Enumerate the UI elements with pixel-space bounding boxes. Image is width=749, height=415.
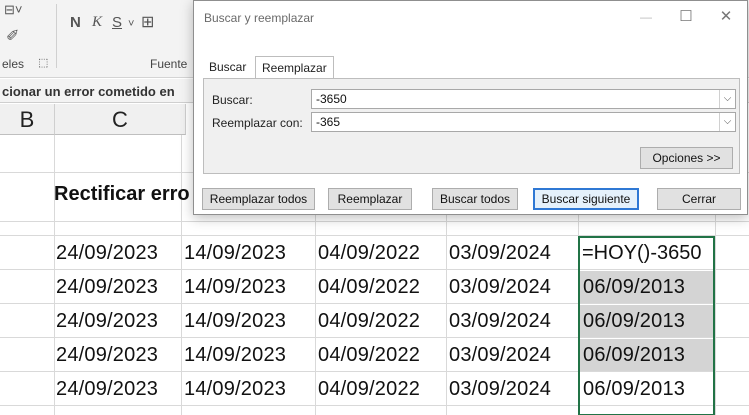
date-cell[interactable]: 04/09/2022: [318, 304, 420, 338]
find-all-button[interactable]: Buscar todos: [432, 188, 518, 210]
tab-buscar[interactable]: Buscar: [203, 56, 252, 78]
table-row: 24/09/2023 14/09/2023 04/09/2022 03/09/2…: [0, 236, 749, 270]
date-cell[interactable]: 14/09/2023: [184, 304, 286, 338]
tab-reemplazar[interactable]: Reemplazar: [255, 56, 334, 79]
formula-cell[interactable]: =HOY()-3650: [582, 236, 702, 270]
date-cell[interactable]: 14/09/2023: [184, 270, 286, 304]
date-cell[interactable]: 04/09/2022: [318, 270, 420, 304]
table-row: 24/09/2023 14/09/2023 04/09/2022 03/09/2…: [0, 338, 749, 372]
sheet-title-cell[interactable]: Rectificar erro: [54, 183, 190, 206]
sheet-row: [0, 222, 749, 236]
minimize-icon[interactable]: —: [626, 3, 666, 31]
italic-button[interactable]: K: [92, 14, 102, 31]
replace-all-button[interactable]: Reemplazar todos: [202, 188, 315, 210]
date-cell[interactable]: 03/09/2024: [449, 304, 551, 338]
find-next-button[interactable]: Buscar siguiente: [533, 188, 639, 210]
chevron-down-icon[interactable]: ⌵: [719, 90, 735, 108]
dialog-launcher-icon[interactable]: ⬚: [38, 56, 48, 69]
ribbon-group-label-styles: eles: [2, 57, 25, 71]
table-row: 24/09/2023 14/09/2023 04/09/2022 03/09/2…: [0, 304, 749, 338]
replace-button[interactable]: Reemplazar: [328, 188, 412, 210]
replace-combo[interactable]: -365 ⌵: [311, 112, 736, 132]
date-cell[interactable]: 04/09/2022: [318, 236, 420, 270]
date-cell[interactable]: 03/09/2024: [449, 236, 551, 270]
format-as-table-icon[interactable]: ⊟˅: [4, 2, 22, 18]
result-cell[interactable]: 06/09/2013: [583, 338, 685, 372]
date-cell[interactable]: 03/09/2024: [449, 372, 551, 406]
date-cell[interactable]: 04/09/2022: [318, 338, 420, 372]
date-cell[interactable]: 14/09/2023: [184, 236, 286, 270]
column-header-b[interactable]: B: [0, 104, 55, 135]
close-button[interactable]: Cerrar: [657, 188, 741, 210]
ribbon-group-label-font: Fuente: [150, 57, 188, 71]
replace-label: Reemplazar con:: [212, 116, 303, 130]
underline-dropdown-icon[interactable]: ˅: [128, 18, 134, 30]
date-cell[interactable]: 24/09/2023: [56, 338, 158, 372]
date-cell[interactable]: 24/09/2023: [56, 372, 158, 406]
underline-button[interactable]: S: [112, 14, 122, 31]
find-label: Buscar:: [212, 93, 253, 107]
find-combo[interactable]: -3650 ⌵: [311, 89, 736, 109]
date-cell[interactable]: 24/09/2023: [56, 270, 158, 304]
result-cell[interactable]: 06/09/2013: [583, 304, 685, 338]
result-cell[interactable]: 06/09/2013: [583, 372, 685, 406]
column-header-c[interactable]: C: [55, 104, 186, 135]
result-cell[interactable]: 06/09/2013: [583, 270, 685, 304]
options-button[interactable]: Opciones >>: [640, 147, 733, 169]
date-cell[interactable]: 03/09/2024: [449, 338, 551, 372]
replace-panel: Buscar: -3650 ⌵ Reemplazar con: -365 ⌵ O…: [203, 78, 740, 174]
replace-input-value[interactable]: -365: [316, 115, 340, 129]
ribbon-separator: [56, 4, 57, 68]
borders-icon[interactable]: ⊞: [141, 12, 154, 32]
maximize-icon[interactable]: ☐: [666, 3, 706, 31]
cell-styles-icon[interactable]: ✐: [6, 26, 19, 46]
bold-button[interactable]: N: [70, 14, 81, 31]
find-input-value[interactable]: -3650: [316, 92, 347, 106]
date-cell[interactable]: 24/09/2023: [56, 236, 158, 270]
date-cell[interactable]: 14/09/2023: [184, 338, 286, 372]
chevron-down-icon[interactable]: ⌵: [719, 113, 735, 131]
date-cell[interactable]: 24/09/2023: [56, 304, 158, 338]
table-row: 24/09/2023 14/09/2023 04/09/2022 03/09/2…: [0, 270, 749, 304]
table-row: 24/09/2023 14/09/2023 04/09/2022 03/09/2…: [0, 372, 749, 406]
dialog-title: Buscar y reemplazar: [204, 11, 315, 25]
close-icon[interactable]: ✕: [706, 3, 746, 31]
date-cell[interactable]: 04/09/2022: [318, 372, 420, 406]
date-cell[interactable]: 14/09/2023: [184, 372, 286, 406]
date-cell[interactable]: 03/09/2024: [449, 270, 551, 304]
find-replace-dialog: Buscar y reemplazar — ☐ ✕ Buscar Reempla…: [193, 0, 748, 215]
